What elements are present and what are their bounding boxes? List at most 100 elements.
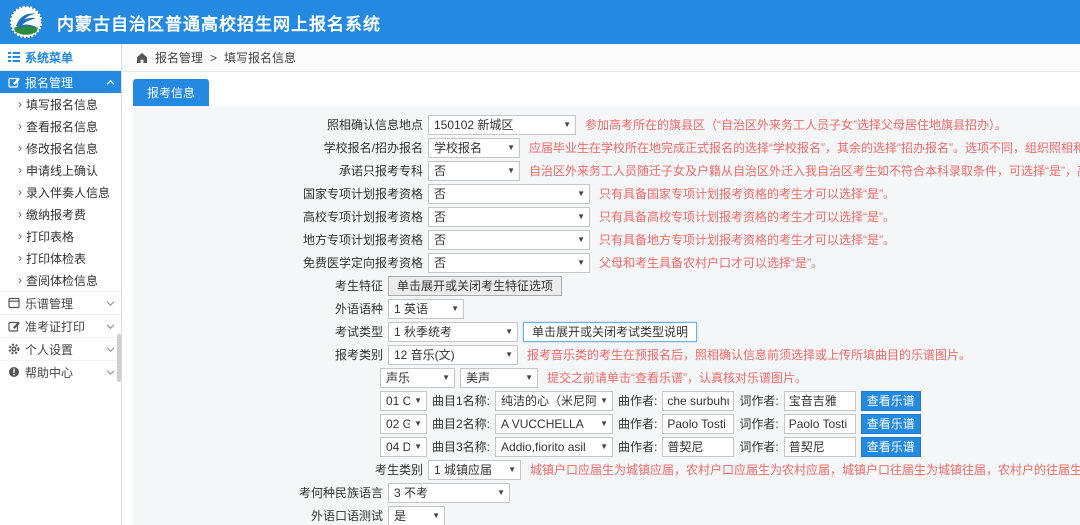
field-label: 考生类别 (133, 461, 423, 478)
form-row-music-type: 声乐 ▼ 美声 ▼ 提交之前请单击“查看乐谱”，认真核对乐谱图片。 (380, 366, 1080, 389)
sidebar-item-view-registration[interactable]: 查看报名信息 (0, 115, 121, 137)
music-type-select[interactable]: 声乐 ▼ (380, 368, 455, 388)
tab-apply-info[interactable]: 报考信息 (133, 79, 209, 106)
menu-grid-icon (8, 51, 20, 63)
sidebar-section-help-center[interactable]: 帮助中心 (0, 360, 121, 383)
field-label: 地方专项计划报考资格 (133, 231, 423, 248)
sidebar-item-view-physical-info[interactable]: 查阅体检信息 (0, 269, 121, 291)
dropdown-arrow-icon: ▼ (577, 189, 585, 198)
main-area: 报名管理 > 填写报名信息 报考信息 照相确认信息地点 150102 新城区 ▼… (122, 44, 1080, 525)
song2-name-label: 曲目2名称: (432, 415, 490, 432)
lyricist-label: 词作者: (739, 415, 778, 432)
form-row-local-special-plan: 地方专项计划报考资格 否 ▼ 只有具备地方专项计划报考资格的考生才可以选择“是”… (133, 228, 1080, 251)
song2-view-score-button[interactable]: 查看乐谱 (861, 414, 921, 434)
sidebar-menu-header: 系统菜单 (0, 44, 121, 71)
field-label: 外语语种 (133, 300, 383, 317)
lyricist-label: 词作者: (739, 438, 778, 455)
free-medical-select[interactable]: 否 ▼ (428, 253, 590, 273)
junior-college-only-select[interactable]: 否 ▼ (428, 161, 520, 181)
field-label: 外语口语测试 (133, 507, 383, 524)
song3-name-label: 曲目3名称: (432, 438, 490, 455)
field-label: 国家专项计划报考资格 (133, 185, 423, 202)
sidebar-item-modify-registration[interactable]: 修改报名信息 (0, 137, 121, 159)
candidate-category-select[interactable]: 1 城镇应届 ▼ (428, 460, 521, 480)
dropdown-arrow-icon: ▼ (577, 258, 585, 267)
sidebar-item-pay-fee[interactable]: 缴纳报考费 (0, 203, 121, 225)
form-row-free-medical: 免费医学定向报考资格 否 ▼ 父母和考生具备农村户口才可以选择“是”。 (133, 251, 1080, 274)
song1-key-select[interactable]: 01 C调 ▼ (380, 391, 427, 411)
sidebar-scrollbar[interactable] (117, 334, 121, 382)
edit-icon (8, 320, 20, 332)
breadcrumb-current: 填写报名信息 (224, 49, 296, 66)
dropdown-arrow-icon: ▼ (577, 212, 585, 221)
sidebar-item-apply-online-confirm[interactable]: 申请线上确认 (0, 159, 121, 181)
foreign-language-select[interactable]: 1 英语 ▼ (388, 299, 464, 319)
song1-view-score-button[interactable]: 查看乐谱 (861, 391, 921, 411)
breadcrumb-root[interactable]: 报名管理 (155, 49, 203, 66)
form-row-candidate-category: 考生类别 1 城镇应届 ▼ 城镇户口应届生为城镇应届，农村户口应届生为农村应届，… (133, 458, 1080, 481)
song3-name-select[interactable]: Addio,fiorito asil ▼ (495, 437, 613, 457)
song3-view-score-button[interactable]: 查看乐谱 (861, 437, 921, 457)
field-label: 考何种民族语言 (133, 484, 383, 501)
window-icon (8, 297, 20, 309)
oral-test-select[interactable]: 是 ▼ (388, 506, 445, 525)
sidebar-submenu-registration: 填写报名信息 查看报名信息 修改报名信息 申请线上确认 录入伴奏人信息 缴纳报考… (0, 93, 121, 291)
song3-composer-input[interactable] (662, 437, 734, 457)
app-window: 内蒙古自治区普通高校招生网上报名系统 系统菜单 (0, 0, 1080, 525)
sidebar-section-admission-ticket[interactable]: 准考证打印 (0, 314, 121, 337)
app-header: 内蒙古自治区普通高校招生网上报名系统 (0, 0, 1080, 44)
field-label: 考生特征 (133, 277, 383, 294)
sidebar-item-print-physical-form[interactable]: 打印体检表 (0, 247, 121, 269)
sidebar: 系统菜单 报名管理 填写报名信息 查看报名信息 修改报名信息 申请线上确 (0, 44, 122, 525)
apply-category-select[interactable]: 12 音乐(文) ▼ (388, 345, 518, 365)
local-special-plan-select[interactable]: 否 ▼ (428, 230, 590, 250)
ethnic-language-select[interactable]: 3 不考 ▼ (388, 483, 510, 503)
song3-key-select[interactable]: 04 D调 ▼ (380, 437, 427, 457)
chevron-down-icon (106, 323, 115, 330)
song1-composer-input[interactable] (662, 391, 734, 411)
field-label: 学校报名/招办报名 (133, 139, 423, 156)
form-row-oral-test: 外语口语测试 是 ▼ (133, 504, 1080, 525)
dropdown-arrow-icon: ▼ (497, 488, 505, 497)
candidate-traits-toggle-button[interactable]: 单击展开或关闭考生特征选项 (388, 276, 562, 296)
lyricist-label: 词作者: (739, 392, 778, 409)
school-or-office-select[interactable]: 学校报名 ▼ (428, 138, 520, 158)
exam-type-select[interactable]: 1 秋季统考 ▼ (388, 322, 518, 342)
music-subtype-select[interactable]: 美声 ▼ (460, 368, 538, 388)
song2-composer-input[interactable] (662, 414, 734, 434)
song1-name-select[interactable]: 纯洁的心（米尼阿日德音斯 ▼ (495, 391, 613, 411)
sidebar-section-personal-settings[interactable]: 个人设置 (0, 337, 121, 360)
field-hint: 自治区外来务工人员随迁子女及户籍从自治区外迁入我自治区考生如不符合本科录取条件，… (529, 162, 1080, 179)
song3-lyricist-input[interactable] (784, 437, 856, 457)
dropdown-arrow-icon: ▼ (577, 235, 585, 244)
sidebar-item-accompanist-info[interactable]: 录入伴奏人信息 (0, 181, 121, 203)
sidebar-section-registration[interactable]: 报名管理 (0, 71, 121, 93)
field-label: 考试类型 (133, 323, 383, 340)
field-hint: 参加高考所在的旗县区（“自治区外来务工人员子女”选择父母居住地旗县招办）。 (585, 116, 1007, 133)
exam-type-info-button[interactable]: 单击展开或关闭考试类型说明 (523, 322, 697, 342)
sidebar-item-print-form[interactable]: 打印表格 (0, 225, 121, 247)
university-special-plan-select[interactable]: 否 ▼ (428, 207, 590, 227)
app-title: 内蒙古自治区普通高校招生网上报名系统 (57, 10, 381, 35)
song2-key-select[interactable]: 02 G调 ▼ (380, 414, 427, 434)
song1-name-label: 曲目1名称: (432, 392, 490, 409)
form-row-school-or-office: 学校报名/招办报名 学校报名 ▼ 应届毕业生在学校所在地完成正式报名的选择“学校… (133, 136, 1080, 159)
sidebar-section-sheet-music[interactable]: 乐谱管理 (0, 291, 121, 314)
dropdown-arrow-icon: ▼ (442, 373, 450, 382)
sidebar-item-fill-registration[interactable]: 填写报名信息 (0, 93, 121, 115)
song2-lyricist-input[interactable] (784, 414, 856, 434)
chevron-down-icon (106, 300, 115, 307)
field-hint: 只有具备高校专项计划报考资格的考生才可以选择“是”。 (599, 208, 895, 225)
form-row-exam-type: 考试类型 1 秋季统考 ▼ 单击展开或关闭考试类型说明 (133, 320, 1080, 343)
info-icon (8, 366, 20, 378)
song2-name-select[interactable]: A VUCCHELLA ▼ (495, 414, 613, 434)
form-row-foreign-language: 外语语种 1 英语 ▼ (133, 297, 1080, 320)
dropdown-arrow-icon: ▼ (432, 511, 440, 520)
field-hint: 报考音乐类的考生在预报名后，照相确认信息前须选择或上传所填曲目的乐谱图片。 (527, 346, 971, 363)
dropdown-arrow-icon: ▼ (505, 350, 513, 359)
song1-lyricist-input[interactable] (784, 391, 856, 411)
field-label: 照相确认信息地点 (133, 116, 423, 133)
national-special-plan-select[interactable]: 否 ▼ (428, 184, 590, 204)
photo-location-select[interactable]: 150102 新城区 ▼ (428, 115, 576, 135)
form-row-photo-location: 照相确认信息地点 150102 新城区 ▼ 参加高考所在的旗县区（“自治区外来务… (133, 113, 1080, 136)
